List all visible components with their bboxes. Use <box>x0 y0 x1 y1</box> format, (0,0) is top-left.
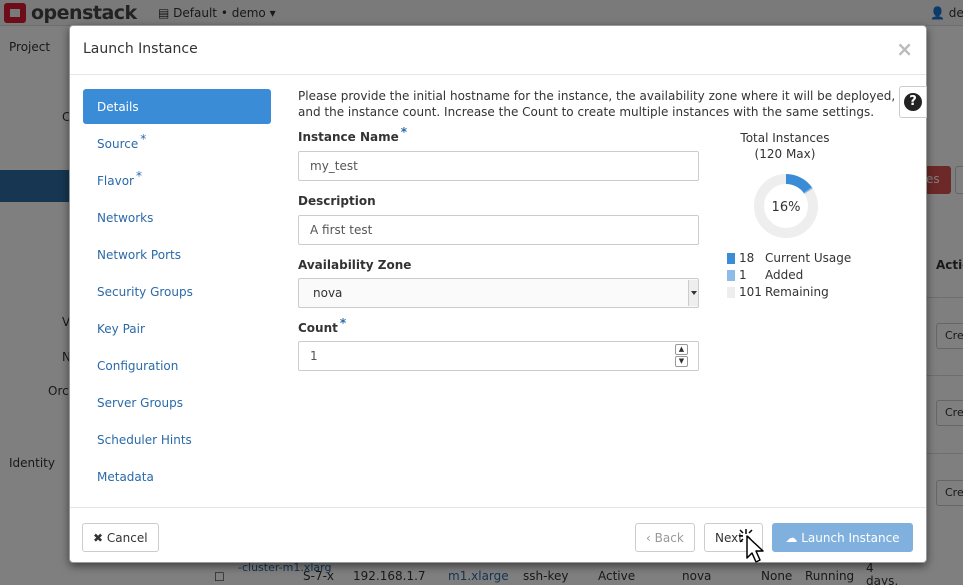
wizard-step-flavor[interactable]: Flavor * <box>83 163 271 198</box>
wizard-step-metadata[interactable]: Metadata <box>83 459 271 494</box>
instance-name-label-text: Instance Name <box>298 130 399 144</box>
wizard-step-label: Source <box>97 137 139 151</box>
wizard-step-details[interactable]: Details <box>83 89 271 124</box>
availability-zone-label: Availability Zone <box>298 258 412 272</box>
legend-value: 1 <box>739 268 747 282</box>
required-marker: * <box>140 132 147 146</box>
legend-value: 18 <box>739 251 755 265</box>
chart-title-line: Total Instances <box>740 131 830 145</box>
count-stepper[interactable]: 1 ▲ ▼ <box>298 341 699 371</box>
wizard-step-label: Metadata <box>97 470 154 484</box>
cancel-button[interactable]: ✖ Cancel <box>82 523 159 552</box>
availability-zone-value: nova <box>313 286 343 300</box>
modal-title: Launch Instance <box>83 41 198 57</box>
decrement-arrow-icon[interactable]: ▼ <box>675 356 688 367</box>
wizard-step-key-pair[interactable]: Key Pair <box>83 311 271 346</box>
wizard-step-source[interactable]: Source * <box>83 126 271 161</box>
wizard-step-scheduler-hints[interactable]: Scheduler Hints <box>83 422 271 457</box>
required-marker: * <box>400 125 408 139</box>
close-icon: ✖ <box>93 530 104 545</box>
wizard-step-configuration[interactable]: Configuration <box>83 348 271 383</box>
chart-title: Total Instances (120 Max) <box>710 130 860 162</box>
wizard-step-label: Networks <box>97 211 154 225</box>
wizard-step-security-groups[interactable]: Security Groups <box>83 274 271 309</box>
legend-label: Remaining <box>765 285 829 299</box>
instance-name-input[interactable] <box>298 151 699 181</box>
mouse-cursor-icon <box>739 529 764 563</box>
count-value: 1 <box>310 349 318 363</box>
wizard-step-label: Flavor <box>97 174 134 188</box>
wizard-step-label: Server Groups <box>97 396 183 410</box>
wizard-step-label: Security Groups <box>97 285 193 299</box>
help-icon: ? <box>904 93 922 111</box>
legend-label: Added <box>765 268 804 282</box>
help-button[interactable]: ? <box>899 86 927 118</box>
back-button[interactable]: ‹ Back <box>635 523 695 552</box>
description-label: Description <box>298 194 376 208</box>
wizard-step-networks[interactable]: Networks <box>83 200 271 235</box>
modal-header: Launch Instance × <box>70 26 926 75</box>
back-label: Back <box>654 530 684 545</box>
legend-swatch <box>727 287 735 298</box>
count-label-text: Count <box>298 321 338 335</box>
cancel-label: Cancel <box>106 530 148 545</box>
required-marker: * <box>135 169 142 183</box>
cloud-upload-icon: ☁ <box>785 530 798 545</box>
wizard-nav: Details Source * Flavor * Networks Network… <box>83 89 271 496</box>
legend-value: 101 <box>739 285 762 299</box>
select-arrow-icon <box>688 280 698 306</box>
launch-instance-modal: Launch Instance × Details Source * Flavor… <box>69 25 927 563</box>
legend-label: Current Usage <box>765 251 852 265</box>
count-label: Count * <box>298 316 346 335</box>
increment-arrow-icon[interactable]: ▲ <box>675 344 688 355</box>
chevron-left-icon: ‹ <box>646 530 651 545</box>
wizard-step-label: Network Ports <box>97 248 181 262</box>
instances-donut-chart: 16% <box>754 174 818 238</box>
legend-swatch <box>727 270 735 281</box>
launch-label: Launch Instance <box>801 530 900 545</box>
required-marker: * <box>339 316 347 330</box>
wizard-step-server-groups[interactable]: Server Groups <box>83 385 271 420</box>
chart-subtitle-line: (120 Max) <box>754 147 816 161</box>
availability-zone-select[interactable]: nova <box>298 278 699 308</box>
description-input[interactable] <box>298 215 699 245</box>
instance-name-label: Instance Name * <box>298 125 407 144</box>
wizard-step-network-ports[interactable]: Network Ports <box>83 237 271 272</box>
modal-footer: ✖ Cancel ‹ Back Next › ☁ Launch Instance <box>70 507 926 563</box>
legend-swatch <box>727 253 735 264</box>
wizard-step-label: Configuration <box>97 359 179 373</box>
details-intro-text: Please provide the initial hostname for … <box>298 89 896 119</box>
wizard-step-label: Details <box>97 100 139 114</box>
close-icon[interactable]: × <box>896 37 913 61</box>
wizard-step-label: Key Pair <box>97 322 145 336</box>
launch-instance-button[interactable]: ☁ Launch Instance <box>772 523 913 552</box>
donut-center-label: 16% <box>772 200 801 215</box>
wizard-step-label: Scheduler Hints <box>97 433 192 447</box>
